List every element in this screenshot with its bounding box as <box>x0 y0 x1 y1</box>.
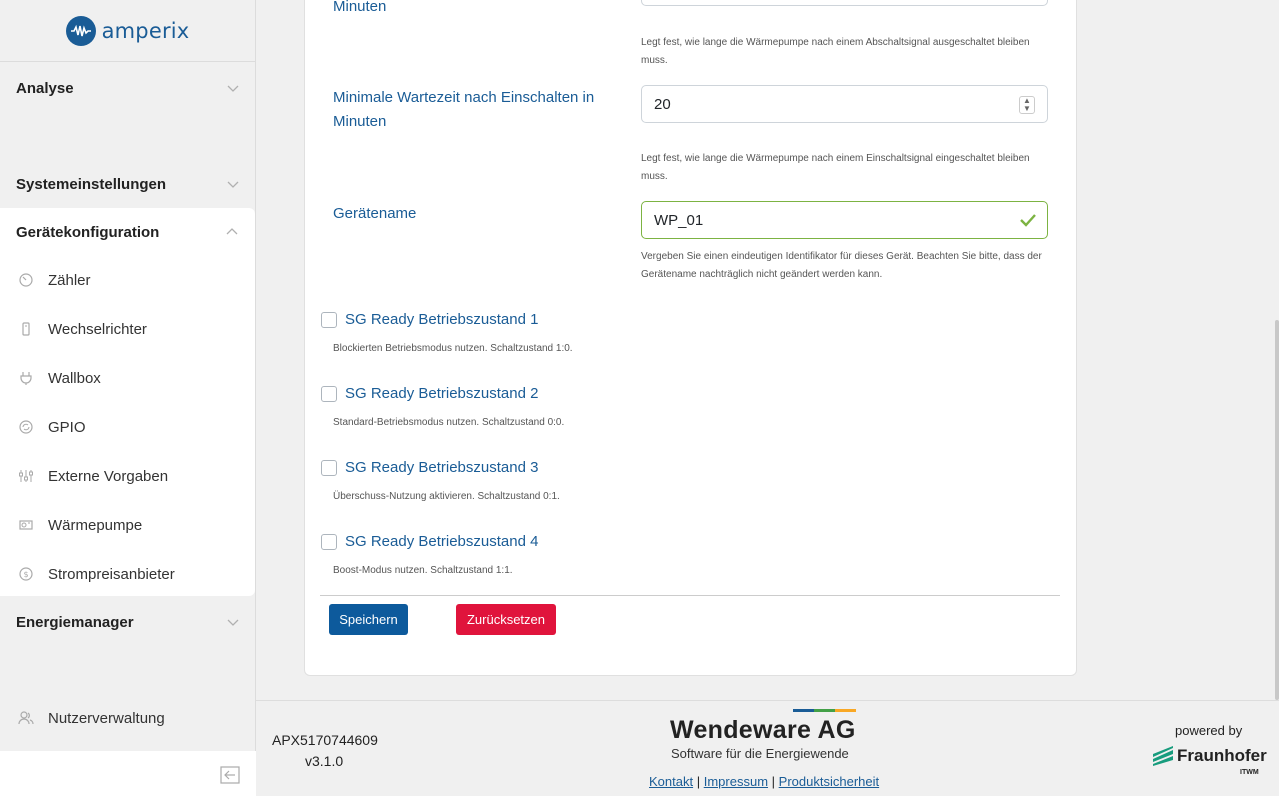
users-icon <box>18 711 34 725</box>
nav-section-systemeinstellungen[interactable]: Systemeinstellungen <box>0 160 256 208</box>
cycle-icon <box>18 419 34 435</box>
sidebar-item-gpio[interactable]: GPIO <box>0 407 255 447</box>
device-name-value: WP_01 <box>654 211 704 229</box>
chevron-down-icon <box>227 619 239 626</box>
dollar-icon: $ <box>18 566 34 582</box>
sidebar: amperix Analyse Systemeinstellungen Gerä… <box>0 0 256 796</box>
sg-ready-2-help: Standard-Betriebsmodus nutzen. Schaltzus… <box>333 417 565 428</box>
partner-name: Fraunhofer <box>1177 746 1267 765</box>
min-on-label: Minimale Wartezeit nach Einschalten in M… <box>333 89 595 130</box>
sg-ready-1-label[interactable]: SG Ready Betriebszustand 1 <box>345 311 538 328</box>
plug-icon <box>18 370 34 386</box>
product-safety-link[interactable]: Produktsicherheit <box>779 774 879 789</box>
reset-button[interactable]: Zurücksetzen <box>456 604 556 635</box>
sg-ready-4-label[interactable]: SG Ready Betriebszustand 4 <box>345 533 538 550</box>
collapse-sidebar-icon[interactable] <box>220 765 240 785</box>
footer-links: Kontakt | Impressum | Produktsicherheit <box>649 774 879 789</box>
sg-ready-4-checkbox-row[interactable]: SG Ready Betriebszustand 4 <box>321 533 538 550</box>
sidebar-item-label: Zähler <box>48 271 91 289</box>
inverter-icon <box>18 321 34 337</box>
sidebar-item-label: Externe Vorgaben <box>48 467 169 485</box>
fraunhofer-logo: Fraunhofer <box>1153 746 1267 766</box>
chevron-down-icon <box>227 181 239 188</box>
partner-sub: ITWM <box>1240 769 1259 776</box>
contact-link[interactable]: Kontakt <box>649 774 693 789</box>
sidebar-item-label: Wechselrichter <box>48 320 147 338</box>
company-name: Wendeware AG <box>670 716 856 744</box>
min-on-value: 20 <box>654 95 671 113</box>
sg-ready-3-checkbox[interactable] <box>321 459 337 476</box>
nav-section-label: Gerätekonfiguration <box>16 223 160 241</box>
wendeware-color-bars <box>793 709 856 712</box>
svg-text:$: $ <box>23 570 28 579</box>
sidebar-item-wallbox[interactable]: Wallbox <box>0 358 255 398</box>
save-button[interactable]: Speichern <box>329 604 408 635</box>
min-off-input[interactable] <box>641 0 1048 6</box>
sg-ready-1-checkbox-row[interactable]: SG Ready Betriebszustand 1 <box>321 311 538 328</box>
nav-section-analyse[interactable]: Analyse <box>0 64 256 112</box>
sidebar-item-label: Wallbox <box>48 369 101 387</box>
min-off-label: Minuten <box>333 0 387 15</box>
nav-section-label: Analyse <box>16 79 74 97</box>
nav-section-energiemanager[interactable]: Energiemanager <box>0 598 256 646</box>
sidebar-item-label: Nutzerverwaltung <box>48 709 165 727</box>
heatpump-icon <box>18 517 34 533</box>
powered-by-label: powered by <box>1175 723 1243 738</box>
sg-ready-2-checkbox-row[interactable]: SG Ready Betriebszustand 2 <box>321 385 538 402</box>
brand-name: amperix <box>101 18 190 43</box>
form-divider <box>320 595 1060 596</box>
sg-ready-3-checkbox-row[interactable]: SG Ready Betriebszustand 3 <box>321 459 538 476</box>
sidebar-item-nutzerverwaltung[interactable]: Nutzerverwaltung <box>0 700 256 736</box>
sg-ready-4-help: Boost-Modus nutzen. Schaltzustand 1:1. <box>333 565 513 576</box>
device-name-input[interactable]: WP_01 <box>641 201 1048 239</box>
sg-ready-4-checkbox[interactable] <box>321 533 337 550</box>
sg-ready-3-help: Überschuss-Nutzung aktivieren. Schaltzus… <box>333 491 560 502</box>
min-on-help: Legt fest, wie lange die Wärmepumpe nach… <box>641 153 1030 182</box>
submenu-geraetekonfiguration: Gerätekonfiguration Zähler Wechselrichte… <box>0 208 255 596</box>
amperix-logo-icon <box>65 15 96 46</box>
chevron-down-icon <box>227 85 239 92</box>
sidebar-item-label: GPIO <box>48 418 86 436</box>
gauge-icon <box>18 272 34 288</box>
device-name-help: Vergeben Sie einen eindeutigen Identifik… <box>641 251 1042 280</box>
version-label: v3.1.0 <box>305 753 344 769</box>
chevron-up-icon <box>226 228 238 235</box>
sidebar-item-externe-vorgaben[interactable]: Externe Vorgaben <box>0 456 255 496</box>
serial-number: APX5170744609 <box>272 732 378 748</box>
app-logo[interactable]: amperix <box>0 0 255 62</box>
sidebar-item-wechselrichter[interactable]: Wechselrichter <box>0 309 255 349</box>
sidebar-item-zaehler[interactable]: Zähler <box>0 260 255 300</box>
nav-section-label: Energiemanager <box>16 613 134 631</box>
fraunhofer-mark-icon <box>1153 746 1173 766</box>
sg-ready-3-label[interactable]: SG Ready Betriebszustand 3 <box>345 459 538 476</box>
valid-check-icon <box>1020 214 1036 227</box>
link-separator: | <box>696 774 701 789</box>
sg-ready-2-checkbox[interactable] <box>321 385 337 402</box>
sidebar-item-label: Strompreisanbieter <box>48 565 175 583</box>
sg-ready-2-label[interactable]: SG Ready Betriebszustand 2 <box>345 385 538 402</box>
page-scrollbar[interactable] <box>1275 320 1279 700</box>
sliders-icon <box>18 468 34 484</box>
sidebar-collapse-bar <box>0 751 256 796</box>
nav-section-label: Systemeinstellungen <box>16 175 167 193</box>
min-off-help: Legt fest, wie lange die Wärmepumpe nach… <box>641 37 1030 66</box>
nav-section-geraetekonfiguration[interactable]: Gerätekonfiguration <box>0 208 255 256</box>
sg-ready-1-help: Blockierten Betriebsmodus nutzen. Schalt… <box>333 343 573 354</box>
company-tagline: Software für die Energiewende <box>671 746 849 761</box>
link-separator: | <box>771 774 776 789</box>
number-stepper-icon[interactable]: ▲ ▼ <box>1019 96 1035 114</box>
min-on-input[interactable]: 20 ▲ ▼ <box>641 85 1048 123</box>
sg-ready-1-checkbox[interactable] <box>321 311 337 328</box>
device-name-label: Gerätename <box>333 205 417 222</box>
sidebar-item-waermepumpe[interactable]: Wärmepumpe <box>0 505 255 545</box>
imprint-link[interactable]: Impressum <box>704 774 768 789</box>
sidebar-item-label: Wärmepumpe <box>48 516 143 534</box>
sidebar-item-strompreisanbieter[interactable]: $ Strompreisanbieter <box>0 554 255 594</box>
